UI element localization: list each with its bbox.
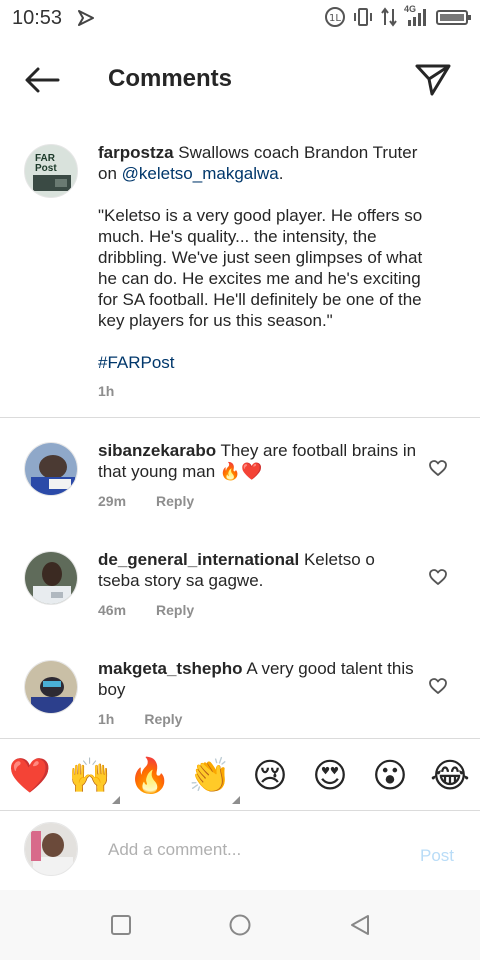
comment-body: sibanzekarabo They are football brains i…: [98, 440, 418, 512]
heart-eyes-emoji-button[interactable]: 😍: [308, 754, 352, 798]
caption-body: farpostza Swallows coach Brandon Truter …: [98, 142, 438, 402]
post-button[interactable]: Post: [420, 846, 454, 866]
fire-emoji-button[interactable]: 🔥: [128, 754, 172, 798]
avatar[interactable]: FAR Post: [24, 144, 78, 198]
post-caption: FAR Post farpostza Swallows coach Brando…: [0, 140, 480, 418]
comment-username[interactable]: sibanzekarabo: [98, 441, 216, 460]
direct-send-icon[interactable]: [413, 60, 453, 100]
status-time: 10:53: [12, 7, 63, 29]
comment-body: makgeta_tshepho A very good talent this …: [98, 658, 418, 730]
back-triangle-icon[interactable]: [347, 912, 373, 938]
raised-hands-emoji-button[interactable]: 🙌: [68, 754, 120, 804]
avatar-logo-text: FAR Post: [35, 153, 57, 174]
caption-username[interactable]: farpostza: [98, 143, 174, 162]
add-comment-bar: Add a comment... Post: [0, 812, 480, 890]
data-saver-icon: 1L: [325, 7, 345, 27]
status-icons: 1L 4G: [324, 4, 472, 28]
heart-emoji-button[interactable]: ❤️: [8, 754, 52, 798]
reply-button[interactable]: Reply: [156, 491, 194, 512]
crying-emoji-button[interactable]: 😢: [248, 754, 292, 798]
hashtag-link[interactable]: #FARPost: [98, 352, 438, 373]
play-store-icon: [78, 10, 94, 26]
clapping-emoji-button[interactable]: 👏: [188, 754, 240, 804]
comments-header: Comments: [0, 50, 480, 110]
comment-username[interactable]: makgeta_tshepho: [98, 659, 243, 678]
comment-item: de_general_international Keletso o tseba…: [0, 549, 480, 658]
comment-timestamp: 1h: [98, 711, 115, 727]
signal-icon: 4G: [404, 4, 430, 28]
heart-icon[interactable]: [428, 567, 448, 587]
emoji-reaction-bar: ❤️ 🙌 🔥 👏 😢 😍 😮 😂: [0, 738, 480, 811]
caption-text: farpostza Swallows coach Brandon Truter …: [98, 143, 418, 183]
reply-button[interactable]: Reply: [156, 600, 194, 621]
avatar[interactable]: [24, 442, 78, 496]
comment-timestamp: 29m: [98, 493, 127, 509]
status-bar: 10:53 1L 4G: [0, 0, 480, 38]
caption-quote: "Keletso is a very good player. He offer…: [98, 206, 423, 330]
reply-button[interactable]: Reply: [144, 709, 182, 730]
vibrate-icon: [354, 8, 372, 26]
comment-body: de_general_international Keletso o tseba…: [98, 549, 418, 621]
avatar[interactable]: [24, 551, 78, 605]
battery-icon: [436, 10, 471, 25]
surprised-emoji-button[interactable]: 😮: [368, 754, 412, 798]
heart-icon[interactable]: [428, 676, 448, 696]
avatar: [24, 822, 78, 876]
recents-square-icon[interactable]: [108, 912, 134, 938]
comment-timestamp: 46m: [98, 602, 127, 618]
back-arrow-icon[interactable]: [22, 64, 62, 96]
comment-item: sibanzekarabo They are football brains i…: [0, 440, 480, 549]
comment-input[interactable]: Add a comment...: [108, 840, 241, 860]
caption-timestamp: 1h: [98, 383, 115, 399]
data-transfer-icon: [381, 7, 397, 27]
heart-icon[interactable]: [428, 458, 448, 478]
svg-text:1L: 1L: [329, 13, 341, 24]
home-circle-icon[interactable]: [227, 912, 253, 938]
mention-link[interactable]: @keletso_makgalwa: [122, 164, 279, 183]
system-nav-bar: [0, 890, 480, 960]
comment-username[interactable]: de_general_international: [98, 550, 299, 569]
laughing-emoji-button[interactable]: 😂: [428, 754, 472, 798]
avatar[interactable]: [24, 660, 78, 714]
page-title: Comments: [108, 65, 233, 92]
